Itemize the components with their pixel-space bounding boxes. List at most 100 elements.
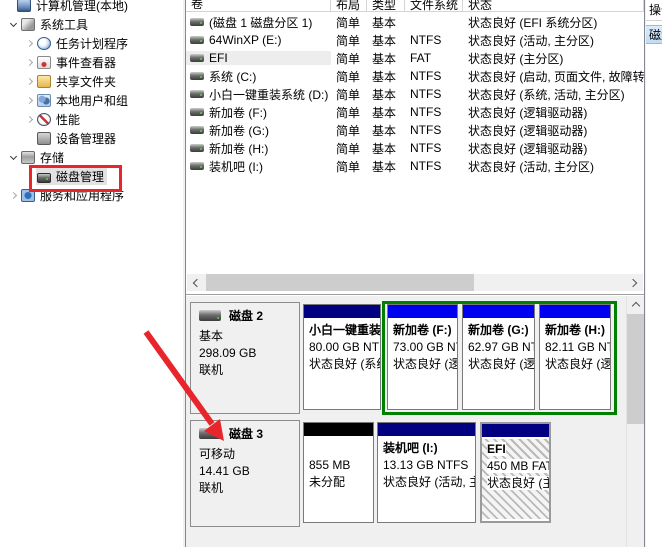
actions-item-disk-management[interactable]: 磁盘管理 [646, 25, 662, 44]
sidebar-item-disk-management[interactable]: 磁盘管理 [0, 167, 183, 186]
chevron-collapsed-icon[interactable] [9, 192, 16, 199]
partition-status-text: 状态良好 (逻辑驱动器) [393, 357, 457, 371]
chevron-collapsed-icon[interactable] [25, 78, 32, 85]
volume-status-cell: 状态良好 (逻辑驱动器) [463, 104, 644, 121]
partition-i[interactable]: 装机吧 (I:)13.13 GB NTFS状态良好 (活动, 主分区) [377, 422, 476, 523]
volume-drive-icon [190, 108, 204, 116]
scroll-up-button[interactable] [627, 296, 644, 313]
volume-fs-cell: NTFS [405, 69, 463, 83]
sidebar-item-storage[interactable]: 存储 [0, 148, 183, 167]
sidebar-item-label: 设备管理器 [56, 130, 116, 147]
scroll-left-button[interactable] [187, 274, 204, 291]
expander-box [6, 23, 20, 26]
vertical-scrollbar[interactable] [626, 296, 643, 547]
partition-status-text: 状态良好 (系统, 活动, 主分区) [309, 357, 380, 371]
volume-drive-icon [190, 54, 204, 62]
partition-status: 状态良好 (活动, 主分区) [383, 474, 474, 491]
vertical-scroll-thumb[interactable] [627, 314, 644, 424]
volume-fs-cell: NTFS [405, 105, 463, 119]
chevron-collapsed-icon[interactable] [25, 59, 32, 66]
partition-size-text: 73.00 GB NTFS [393, 340, 457, 354]
column-header-4[interactable]: 状态 [463, 0, 644, 11]
volume-row[interactable]: EFI简单基本FAT状态良好 (主分区) [186, 49, 644, 67]
sidebar-item-performance[interactable]: 性能 [0, 110, 183, 129]
partition-f[interactable]: 新加卷 (F:)73.00 GB NTFS状态良好 (逻辑驱动器) [387, 304, 458, 410]
disk-info-panel[interactable]: 磁盘 2基本298.09 GB联机 [190, 302, 300, 414]
sidebar-item-services-and-applications[interactable]: 服务和应用程序 [0, 186, 183, 205]
column-header-0[interactable]: 卷 [186, 0, 331, 11]
sidebar-item-label: 磁盘管理 [56, 168, 104, 185]
volume-list-header[interactable]: 卷布局类型文件系统状态 [186, 0, 644, 12]
disk-info-panel[interactable]: 磁盘 3可移动14.41 GB联机 [190, 420, 300, 527]
volume-layout-cell: 简单 [331, 68, 367, 85]
partition-label: EFI [487, 441, 548, 458]
volume-type-cell: 基本 [367, 32, 405, 49]
volume-status-cell: 状态良好 (逻辑驱动器) [463, 140, 644, 157]
chevron-expanded-icon[interactable] [9, 153, 16, 160]
sidebar-item-label: 系统工具 [40, 16, 88, 33]
sidebar-item-system-tools[interactable]: 系统工具 [0, 15, 183, 34]
sidebar-item-content: 共享文件夹 [36, 73, 119, 90]
partition-status-text: 未分配 [309, 475, 345, 489]
sidebar-item-content: 服务和应用程序 [20, 187, 127, 204]
expander-box [22, 174, 36, 179]
volume-row[interactable]: 系统 (C:)简单基本NTFS状态良好 (启动, 页面文件, 故障转储, 主分区… [186, 67, 644, 85]
partition-efi[interactable]: EFI450 MB FAT状态良好 (主分区) [480, 422, 551, 523]
expander-box [6, 193, 20, 198]
volume-row[interactable]: 装机吧 (I:)简单基本NTFS状态良好 (活动, 主分区) [186, 157, 644, 175]
sidebar-item-label: 任务计划程序 [56, 35, 128, 52]
chevron-collapsed-icon[interactable] [25, 116, 32, 123]
partition-h[interactable]: 新加卷 (H:)82.11 GB NTFS状态良好 (逻辑驱动器) [539, 304, 611, 410]
volume-row[interactable]: 新加卷 (H:)简单基本NTFS状态良好 (逻辑驱动器) [186, 139, 644, 157]
scroll-right-button[interactable] [626, 274, 643, 291]
task-scheduler-icon [37, 37, 51, 50]
volume-row[interactable]: 64WinXP (E:)简单基本NTFS状态良好 (活动, 主分区) [186, 31, 644, 49]
disk-size: 298.09 GB [199, 345, 299, 362]
local-users-and-groups-icon [37, 94, 51, 107]
volume-type-cell: 基本 [367, 86, 405, 103]
volume-row[interactable]: (磁盘 1 磁盘分区 1)简单基本状态良好 (EFI 系统分区) [186, 13, 644, 31]
volume-name: 系统 (C:) [209, 68, 256, 85]
disk-status: 联机 [199, 480, 299, 497]
pane-splitter[interactable] [186, 293, 644, 295]
column-header-1[interactable]: 布局 [331, 0, 367, 11]
sidebar-item-local-users-and-groups[interactable]: 本地用户和组 [0, 91, 183, 110]
volume-name: 新加卷 (F:) [209, 104, 267, 121]
volume-row[interactable]: 新加卷 (G:)简单基本NTFS状态良好 (逻辑驱动器) [186, 121, 644, 139]
expander-box [22, 60, 36, 65]
partition-info: 新加卷 (G:)62.97 GB NTFS状态良好 (逻辑驱动器) [463, 320, 534, 407]
chevron-expanded-icon[interactable] [9, 20, 16, 27]
horizontal-scroll-thumb[interactable] [206, 274, 474, 291]
expander-box [2, 3, 16, 8]
device-manager-icon [37, 132, 51, 145]
sidebar-item-computer-management[interactable]: 计算机管理(本地) [0, 0, 183, 15]
volume-row[interactable]: 新加卷 (F:)简单基本NTFS状态良好 (逻辑驱动器) [186, 103, 644, 121]
logical-partition-color-bar [388, 305, 457, 320]
partition-size: 73.00 GB NTFS [393, 339, 456, 356]
volume-layout-cell: 简单 [331, 140, 367, 157]
partition-g[interactable]: 新加卷 (G:)62.97 GB NTFS状态良好 (逻辑驱动器) [462, 304, 535, 410]
partition-label-text: 新加卷 (H:) [545, 323, 605, 337]
logical-partition-color-bar [463, 305, 534, 320]
partition-size-text: 13.13 GB NTFS [383, 458, 468, 472]
chevron-collapsed-icon[interactable] [25, 40, 32, 47]
column-header-2[interactable]: 类型 [367, 0, 405, 11]
sidebar-item-event-viewer[interactable]: 事件查看器 [0, 53, 183, 72]
partition-status-text: 状态良好 (活动, 主分区) [383, 475, 475, 489]
sidebar-item-label: 计算机管理(本地) [36, 0, 128, 14]
volume-fs-cell: NTFS [405, 33, 463, 47]
partition-size: 13.13 GB NTFS [383, 457, 474, 474]
partition-d[interactable]: 小白一键重装系统 (D:)80.00 GB NTFS状态良好 (系统, 活动, … [303, 304, 381, 410]
horizontal-scrollbar[interactable] [187, 274, 643, 291]
sidebar-item-task-scheduler[interactable]: 任务计划程序 [0, 34, 183, 53]
sidebar-item-device-manager[interactable]: 设备管理器 [0, 129, 183, 148]
volume-row[interactable]: 小白一键重装系统 (D:)简单基本NTFS状态良好 (系统, 活动, 主分区) [186, 85, 644, 103]
volume-name: 装机吧 (I:) [209, 158, 263, 175]
volume-list-pane: 卷布局类型文件系统状态 (磁盘 1 磁盘分区 1)简单基本状态良好 (EFI 系… [186, 0, 644, 293]
column-header-3[interactable]: 文件系统 [405, 0, 463, 11]
partition-unallocated[interactable]: 855 MB未分配 [303, 422, 374, 523]
chevron-collapsed-icon[interactable] [25, 97, 32, 104]
computer-management-window: 计算机管理(本地) 系统工具任务计划程序事件查看器共享文件夹本地用户和组性能设备管… [0, 0, 662, 547]
sidebar-item-shared-folders[interactable]: 共享文件夹 [0, 72, 183, 91]
disk-name: 磁盘 2 [229, 307, 263, 324]
